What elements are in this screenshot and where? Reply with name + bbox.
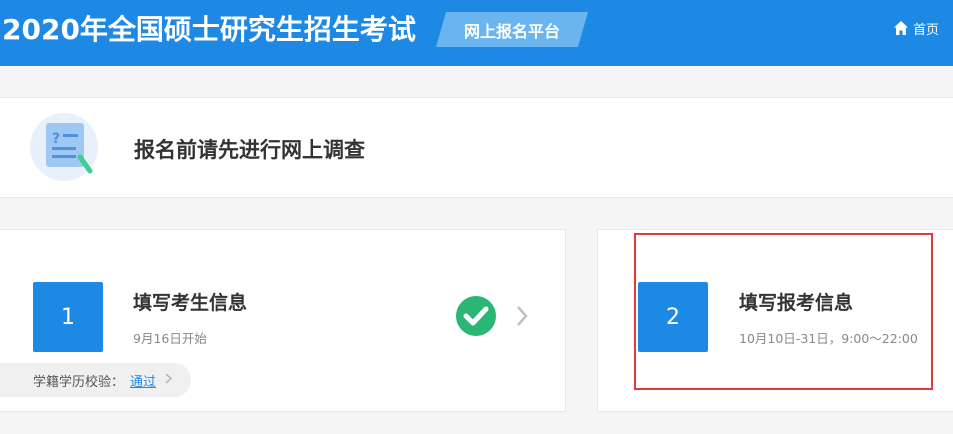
survey-title: 报名前请先进行网上调查 [134, 138, 365, 162]
platform-badge: 网上报名平台 [436, 12, 588, 47]
home-link[interactable]: 首页 [893, 18, 939, 38]
step-subtitle: 9月16日开始 [133, 331, 207, 346]
step-title: 填写考生信息 [133, 292, 248, 314]
verify-label: 学籍学历校验： [33, 374, 125, 390]
survey-card[interactable]: ? 报名前请先进行网上调查 [0, 97, 953, 198]
platform-label: 网上报名平台 [463, 21, 560, 41]
verify-status-pill: 学籍学历校验： 通过 [0, 363, 191, 397]
home-icon [893, 20, 909, 36]
site-title: 2020年全国硕士研究生招生考试 [2, 13, 416, 46]
check-circle-icon [455, 295, 497, 341]
step-number: 1 [33, 282, 103, 352]
chevron-right-small-icon [165, 372, 173, 388]
home-label: 首页 [912, 22, 939, 38]
step-subtitle: 10月10日-31日，9:00～22:00 [739, 331, 918, 346]
verify-status-link[interactable]: 通过 [130, 371, 156, 390]
step-title: 填写报考信息 [739, 292, 854, 314]
step-number: 2 [638, 282, 708, 352]
top-header: 2020年全国硕士研究生招生考试 网上报名平台 首页 [0, 0, 953, 66]
svg-text:?: ? [52, 131, 60, 147]
step-card-2[interactable]: 2 填写报考信息 10月10日-31日，9:00～22:00 [597, 229, 953, 412]
step-card-1[interactable]: 1 填写考生信息 9月16日开始 学籍学历校验： 通过 [0, 229, 566, 412]
chevron-right-icon[interactable] [515, 305, 529, 331]
survey-document-icon: ? [30, 113, 98, 181]
